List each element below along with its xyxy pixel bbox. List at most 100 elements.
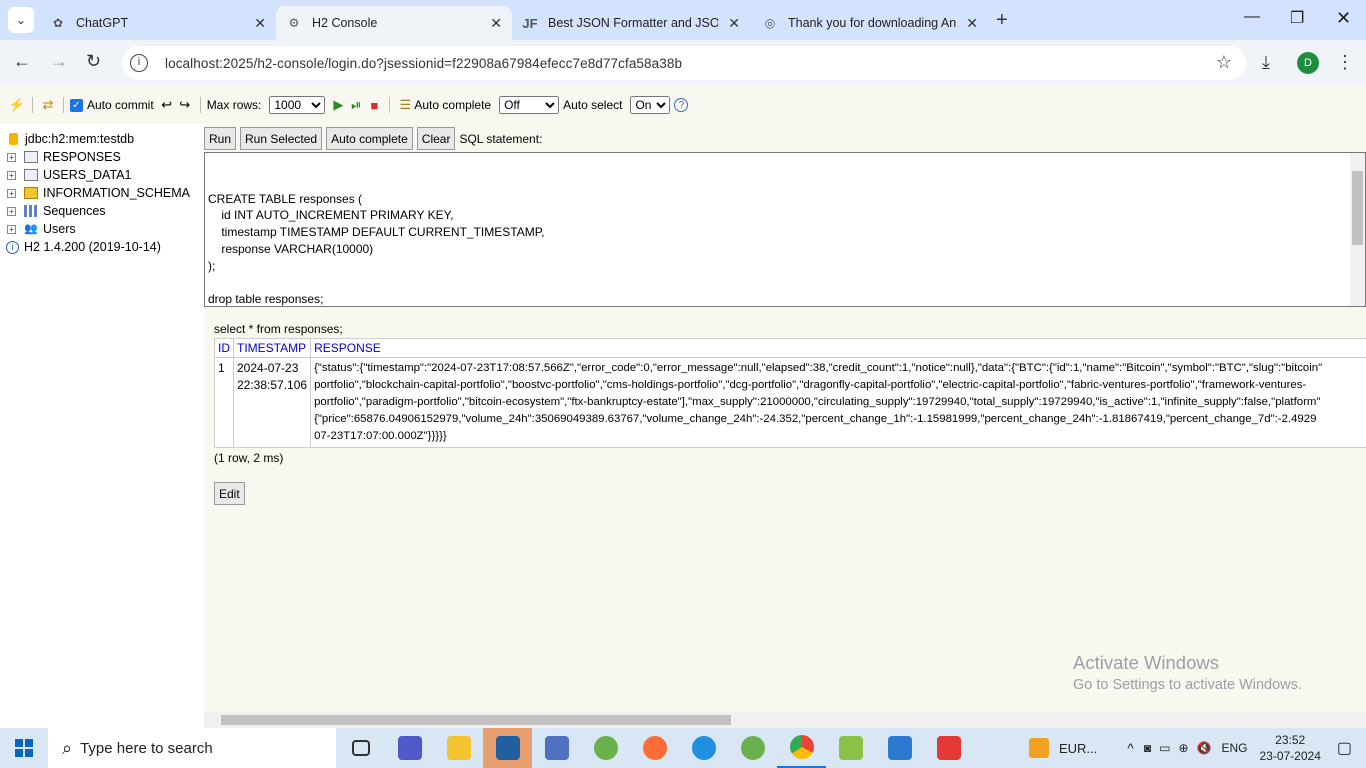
tab-json-formatter[interactable]: JF Best JSON Formatter and JSON ✕ xyxy=(512,6,750,40)
currency-label[interactable]: EUR... xyxy=(1059,741,1097,756)
tab-title: H2 Console xyxy=(312,16,378,30)
tab-chatgpt[interactable]: ✿ ChatGPT ✕ xyxy=(40,6,276,40)
close-icon[interactable]: ✕ xyxy=(728,15,740,32)
profile-avatar[interactable]: D xyxy=(1297,52,1319,74)
bookmark-star-icon[interactable]: ☆ xyxy=(1216,52,1232,73)
run-selected-icon[interactable]: ⏯ xyxy=(347,96,365,114)
rollback-icon[interactable]: ↩ xyxy=(158,96,176,114)
tree-connection[interactable]: jdbc:h2:mem:testdb xyxy=(0,130,204,148)
h2-toolbar: ⚡ ⇄ ✓ Auto commit ↩ ↪ Max rows: 1000 ▶ ⏯… xyxy=(0,86,1366,124)
query-buttons: Run Run Selected Auto complete Clear SQL… xyxy=(204,127,542,150)
close-icon[interactable]: ✕ xyxy=(254,15,266,32)
response-line: 07-23T17:07:00.000Z"}}}}} xyxy=(314,430,447,442)
tab-h2-console[interactable]: ⚙ H2 Console ✕ xyxy=(276,6,512,40)
refresh-icon[interactable]: ⇄ xyxy=(39,96,57,114)
postman-icon[interactable] xyxy=(630,728,679,768)
disconnect-icon[interactable]: ⚡ xyxy=(8,96,26,114)
app-icon[interactable] xyxy=(532,728,581,768)
close-icon[interactable]: ✕ xyxy=(966,15,978,32)
close-icon[interactable]: ✕ xyxy=(490,15,502,32)
tree-item-users[interactable]: + 👥 Users xyxy=(0,220,204,238)
activation-watermark-title: Activate Windows xyxy=(1073,652,1219,673)
new-tab-button[interactable]: + xyxy=(996,9,1008,32)
clock-time: 23:52 xyxy=(1275,733,1306,747)
tab-search-button[interactable]: ⌄ xyxy=(8,7,34,33)
webcam-icon[interactable]: ◙ xyxy=(1144,741,1151,755)
table-row: 1 2024-07-23 22:38:57.106 {"status":{"tim… xyxy=(214,357,1366,448)
currency-icon[interactable] xyxy=(1028,738,1049,758)
edit-button[interactable]: Edit xyxy=(214,482,245,505)
run-selected-button[interactable]: Run Selected xyxy=(240,127,323,150)
sql-editor[interactable]: CREATE TABLE responses ( id INT AUTO_INC… xyxy=(204,152,1366,307)
auto-commit-checkbox[interactable]: ✓ xyxy=(70,98,83,112)
cell-response: {"status":{"timestamp":"2024-07-23T17:08… xyxy=(310,357,1366,448)
clock-date: 23-07-2024 xyxy=(1259,749,1321,763)
file-explorer-icon[interactable] xyxy=(434,728,483,768)
table-icon xyxy=(24,169,38,181)
history-icon[interactable]: ☰ xyxy=(396,96,414,114)
spring-tools-icon[interactable] xyxy=(728,728,777,768)
tree-label: USERS_DATA1 xyxy=(43,168,132,182)
scrollbar-thumb[interactable] xyxy=(221,715,731,725)
language-indicator[interactable]: ENG xyxy=(1221,741,1247,755)
forward-icon[interactable]: → xyxy=(50,51,68,72)
volume-mute-icon[interactable]: 🔇 xyxy=(1197,741,1212,755)
horizontal-scrollbar[interactable] xyxy=(204,712,1366,728)
auto-select-select[interactable]: On xyxy=(630,96,671,114)
tree-item-users-data1[interactable]: + USERS_DATA1 xyxy=(0,166,204,184)
reload-icon[interactable]: ↻ xyxy=(86,51,101,72)
expand-icon[interactable]: + xyxy=(7,206,16,216)
auto-complete-button[interactable]: Auto complete xyxy=(326,127,413,150)
anydesk-icon[interactable] xyxy=(924,728,973,768)
column-header[interactable]: RESPONSE xyxy=(310,338,1366,358)
restore-icon[interactable]: ❐ xyxy=(1290,8,1304,28)
close-window-icon[interactable]: ✕ xyxy=(1336,8,1351,29)
divider xyxy=(32,97,33,113)
scrollbar-thumb[interactable] xyxy=(1352,171,1363,245)
notepad-icon[interactable] xyxy=(826,728,875,768)
tree-item-responses[interactable]: + RESPONSES xyxy=(0,148,204,166)
row-count: (1 row, 2 ms) xyxy=(214,451,284,465)
stop-icon[interactable]: ■ xyxy=(365,96,383,114)
clock[interactable]: 23:52 23-07-2024 xyxy=(1259,732,1320,764)
minimize-icon[interactable]: — xyxy=(1244,8,1260,26)
commit-icon[interactable]: ↪ xyxy=(176,96,194,114)
run-icon[interactable]: ▶ xyxy=(329,96,347,114)
max-rows-select[interactable]: 1000 xyxy=(269,96,326,114)
tree-item-information-schema[interactable]: + INFORMATION_SCHEMA xyxy=(0,184,204,202)
help-icon[interactable]: ? xyxy=(674,98,689,112)
windows-start-icon[interactable] xyxy=(0,728,48,768)
vscode-icon[interactable] xyxy=(483,728,532,768)
task-view-icon[interactable] xyxy=(336,728,385,768)
expand-icon[interactable]: + xyxy=(7,152,16,162)
expand-icon[interactable]: + xyxy=(7,170,16,180)
back-icon[interactable]: ← xyxy=(13,51,31,72)
photos-icon[interactable] xyxy=(875,728,924,768)
info-icon: i xyxy=(6,240,19,254)
menu-icon[interactable]: ⋮ xyxy=(1336,52,1354,73)
edge-icon[interactable] xyxy=(679,728,728,768)
h2-icon: ⚙ xyxy=(288,16,300,30)
tree-item-sequences[interactable]: + Sequences xyxy=(0,202,204,220)
tree-version: i H2 1.4.200 (2019-10-14) xyxy=(0,238,204,256)
clear-button[interactable]: Clear xyxy=(416,127,456,150)
expand-icon[interactable]: + xyxy=(7,188,16,198)
teams-icon[interactable] xyxy=(385,728,434,768)
download-icon[interactable]: ⤓ xyxy=(1262,52,1270,73)
vertical-scrollbar[interactable] xyxy=(1350,153,1365,306)
column-header[interactable]: TIMESTAMP xyxy=(232,338,312,358)
run-button[interactable]: Run xyxy=(204,127,237,150)
address-bar[interactable]: i localhost:2025/h2-console/login.do?jse… xyxy=(122,46,1246,80)
auto-complete-select[interactable]: Off xyxy=(499,96,560,114)
network-icon[interactable]: ⊕ xyxy=(1178,741,1188,755)
expand-icon[interactable]: + xyxy=(7,224,16,234)
spring-icon[interactable] xyxy=(581,728,630,768)
column-header[interactable]: ID xyxy=(214,338,234,358)
taskbar-search[interactable]: ⌕ Type here to search xyxy=(48,728,336,768)
chevron-up-icon[interactable]: ^ xyxy=(1127,740,1134,756)
tab-download[interactable]: ◎ Thank you for downloading An ✕ xyxy=(752,6,988,40)
chrome-icon[interactable] xyxy=(777,728,826,768)
site-info-icon[interactable]: i xyxy=(130,54,148,72)
notification-icon[interactable]: ▢ xyxy=(1337,738,1352,758)
battery-icon[interactable]: ▭ xyxy=(1159,741,1170,755)
